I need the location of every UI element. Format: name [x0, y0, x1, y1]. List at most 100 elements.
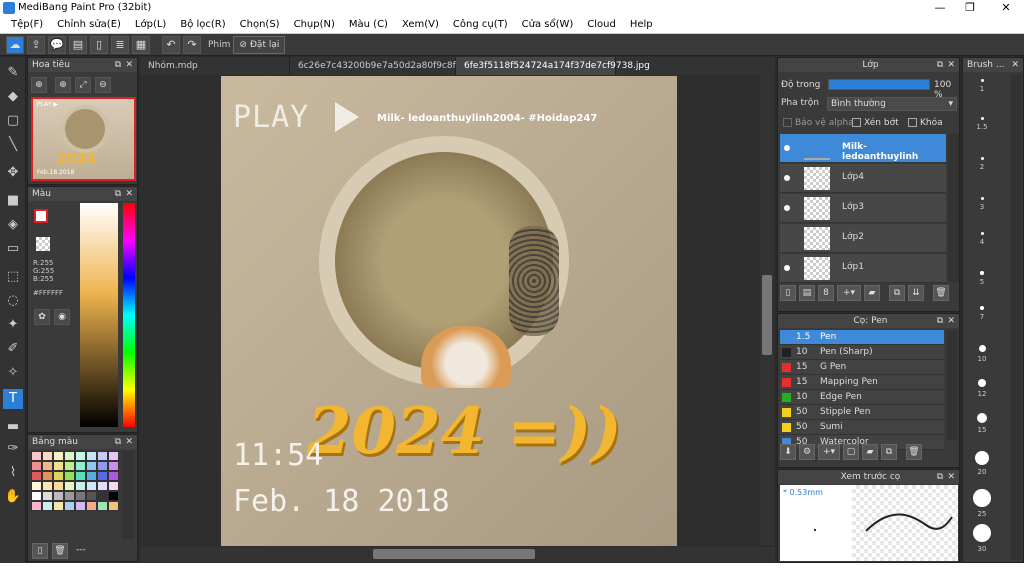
popout-icon[interactable]: ⧉ [937, 314, 943, 328]
palette-swatch[interactable] [97, 461, 108, 471]
new-folder-icon[interactable]: ▰ [864, 285, 880, 301]
new-layer-icon[interactable]: ▯ [780, 285, 796, 301]
brush-size-dot[interactable] [977, 378, 987, 388]
duplicate-layer-icon[interactable]: ⧉ [889, 285, 905, 301]
brush-item[interactable]: 50 Sumi [780, 420, 944, 435]
cloud-sync-icon[interactable]: ☁ [6, 35, 24, 54]
grid-icon[interactable]: ▦ [132, 35, 150, 54]
popout-icon[interactable]: ⧉ [937, 470, 943, 484]
palette-swatch[interactable] [75, 461, 86, 471]
palette-swatch[interactable] [108, 501, 119, 511]
maximize-button[interactable]: ❐ [956, 0, 984, 16]
brush-item[interactable]: 1.5 Pen [780, 330, 944, 345]
palette-swatch[interactable] [42, 471, 53, 481]
eye-icon[interactable] [784, 175, 790, 181]
select-tool-icon[interactable]: ⬚ [3, 267, 23, 287]
menu-color[interactable]: Màu (C) [342, 19, 395, 30]
zoom-icon[interactable]: ⊕ [31, 77, 47, 93]
palette-swatch[interactable] [108, 471, 119, 481]
list-icon[interactable]: ≣ [111, 35, 129, 54]
popout-icon[interactable]: ⧉ [115, 435, 121, 449]
undo-icon[interactable]: ↶ [162, 35, 180, 54]
palette-swatch[interactable] [97, 471, 108, 481]
brush-item[interactable]: 50 Stipple Pen [780, 405, 944, 420]
palette-swatch[interactable] [42, 481, 53, 491]
menu-view[interactable]: Xem(V) [395, 19, 446, 30]
close-panel-icon[interactable]: ✕ [125, 435, 133, 449]
palette-swatch[interactable] [86, 481, 97, 491]
palette-swatch[interactable] [64, 451, 75, 461]
blur-tool-icon[interactable]: ✑ [3, 439, 23, 459]
eraser-tool-icon[interactable]: ◆ [3, 87, 23, 107]
palette-swatch[interactable] [86, 461, 97, 471]
palette-swatch[interactable] [31, 491, 42, 501]
palette-swatch[interactable] [75, 491, 86, 501]
fill-tool-icon[interactable]: ◈ [3, 215, 23, 235]
menu-tools[interactable]: Công cụ(T) [446, 19, 515, 30]
close-window-button[interactable]: ✕ [992, 0, 1020, 16]
palette-swatch[interactable] [75, 481, 86, 491]
menu-help[interactable]: Help [623, 19, 660, 30]
page-icon[interactable]: ▯ [90, 35, 108, 54]
palette-swatch[interactable] [53, 451, 64, 461]
tab-image-2[interactable]: 6fe3f5118f524724a174f37de7cf9738.jpg [456, 57, 650, 75]
download-brush-icon[interactable]: ⬇ [780, 444, 796, 460]
palette-swatch[interactable] [64, 461, 75, 471]
brush-size-dot[interactable] [980, 231, 984, 235]
eyedropper-tool-icon[interactable]: ⌇ [3, 463, 23, 483]
palette-swatch[interactable] [42, 461, 53, 471]
minimize-button[interactable]: — [926, 0, 954, 16]
brush-tool-icon[interactable]: ✎ [3, 63, 23, 83]
palette-swatch[interactable] [31, 461, 42, 471]
palette-swatch[interactable] [42, 491, 53, 501]
brush-size-dot[interactable] [980, 156, 984, 160]
brush-size-dot[interactable] [976, 412, 988, 424]
brush-size-dot[interactable] [980, 196, 984, 200]
brush-item[interactable]: 15 G Pen [780, 360, 944, 375]
reset-button[interactable]: ⊘ Đặt lại [233, 35, 286, 54]
layer-row[interactable]: Lớp1 [780, 254, 946, 283]
close-panel-icon[interactable]: ✕ [947, 58, 955, 72]
blend-mode-select[interactable]: Bình thường ▾ [827, 97, 957, 111]
brush-size-dot[interactable] [979, 305, 985, 311]
select-pen-icon[interactable]: ✐ [3, 339, 23, 359]
palette-swatch[interactable] [53, 461, 64, 471]
popout-icon[interactable]: ⧉ [937, 58, 943, 72]
hand-tool-icon[interactable]: ✋ [3, 487, 23, 507]
palette-swatch[interactable] [42, 451, 53, 461]
palette-swatch[interactable] [75, 451, 86, 461]
brush-size-dot[interactable] [975, 451, 989, 465]
palette-swatch[interactable] [86, 491, 97, 501]
menu-window[interactable]: Cửa sổ(W) [515, 19, 581, 30]
brush-copy-icon[interactable]: ▢ [843, 444, 859, 460]
brush-size-dot[interactable] [973, 524, 991, 542]
divide-tool-icon[interactable]: ▬ [3, 417, 23, 437]
close-panel-icon[interactable]: ✕ [947, 470, 955, 484]
new-8bit-layer-icon[interactable]: 8 [818, 285, 834, 301]
comment-icon[interactable]: ▤ [69, 35, 87, 54]
brush-item[interactable]: 10 Pen (Sharp) [780, 345, 944, 360]
text-tool-icon[interactable]: T [3, 389, 23, 409]
redo-icon[interactable]: ↷ [183, 35, 201, 54]
brush-duplicate-icon[interactable]: ⧉ [881, 444, 897, 460]
move-tool-icon[interactable]: ✥ [3, 163, 23, 183]
palette-swatch[interactable] [31, 501, 42, 511]
lock-checkbox[interactable]: Khóa [908, 118, 943, 128]
magic-wand-icon[interactable]: ✦ [3, 315, 23, 335]
popout-icon[interactable]: ⧉ [115, 58, 121, 72]
menu-cloud[interactable]: Cloud [580, 19, 623, 30]
hue-slider[interactable] [123, 203, 135, 427]
close-panel-icon[interactable]: ✕ [1011, 58, 1019, 72]
menu-layer[interactable]: Lớp(L) [128, 19, 173, 30]
layer-scrollbar[interactable] [948, 134, 959, 282]
zoom-in-icon[interactable]: ⊕ [55, 77, 71, 93]
brush-size-dot[interactable] [980, 271, 984, 275]
close-panel-icon[interactable]: ✕ [125, 187, 133, 201]
new-halftone-layer-icon[interactable]: ▤ [799, 285, 815, 301]
palette-swatch[interactable] [97, 501, 108, 511]
chat-icon[interactable]: 💬 [48, 35, 66, 54]
line-tool-icon[interactable]: ╲ [3, 135, 23, 155]
palette-swatch[interactable] [53, 491, 64, 501]
palette-swatch[interactable] [31, 451, 42, 461]
dot-tool-icon[interactable]: ▢ [3, 111, 23, 131]
